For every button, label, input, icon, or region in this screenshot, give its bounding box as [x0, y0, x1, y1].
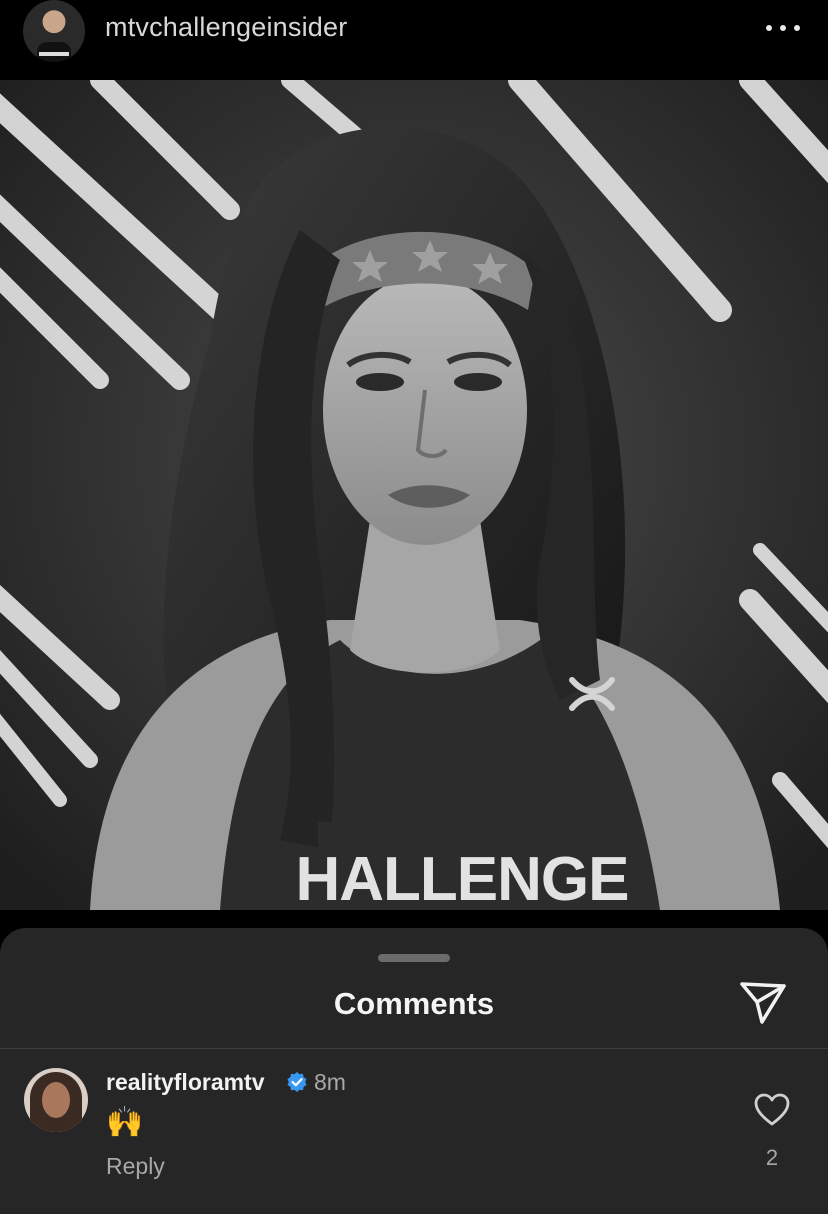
right-eye	[454, 373, 502, 391]
heart-icon[interactable]	[754, 1093, 790, 1127]
like-count: 2	[765, 1145, 779, 1170]
comments-sheet: Comments realityfloramtv 8m 🙌 Reply 2	[0, 928, 828, 1214]
more-dot	[766, 25, 772, 31]
avatar-shirt-text	[39, 52, 69, 56]
post-photo[interactable]: HALLENGE	[0, 80, 828, 910]
shirt-text: HALLENGE	[296, 845, 629, 910]
header-avatar[interactable]	[23, 0, 85, 62]
more-dot	[780, 25, 786, 31]
comments-title: Comments	[333, 986, 495, 1021]
post-header: mtvchallengeinsider	[0, 0, 828, 80]
more-dot	[794, 25, 800, 31]
more-options-icon[interactable]	[766, 22, 800, 34]
reply-button[interactable]: Reply	[106, 1153, 165, 1180]
commenter-avatar[interactable]	[24, 1068, 88, 1132]
post-photo-illustration: HALLENGE	[0, 80, 828, 910]
avatar-face	[42, 1082, 70, 1118]
left-eye	[356, 373, 404, 391]
comment-item: realityfloramtv 8m 🙌 Reply 2	[0, 1049, 828, 1214]
header-username[interactable]: mtvchallengeinsider	[105, 12, 347, 43]
comment-text: 🙌	[106, 1106, 144, 1139]
verified-badge-icon	[287, 1072, 307, 1092]
comment-username[interactable]: realityfloramtv	[106, 1069, 265, 1096]
drag-handle[interactable]	[378, 954, 450, 962]
send-icon[interactable]	[738, 980, 788, 1026]
comment-timestamp: 8m	[314, 1069, 346, 1095]
